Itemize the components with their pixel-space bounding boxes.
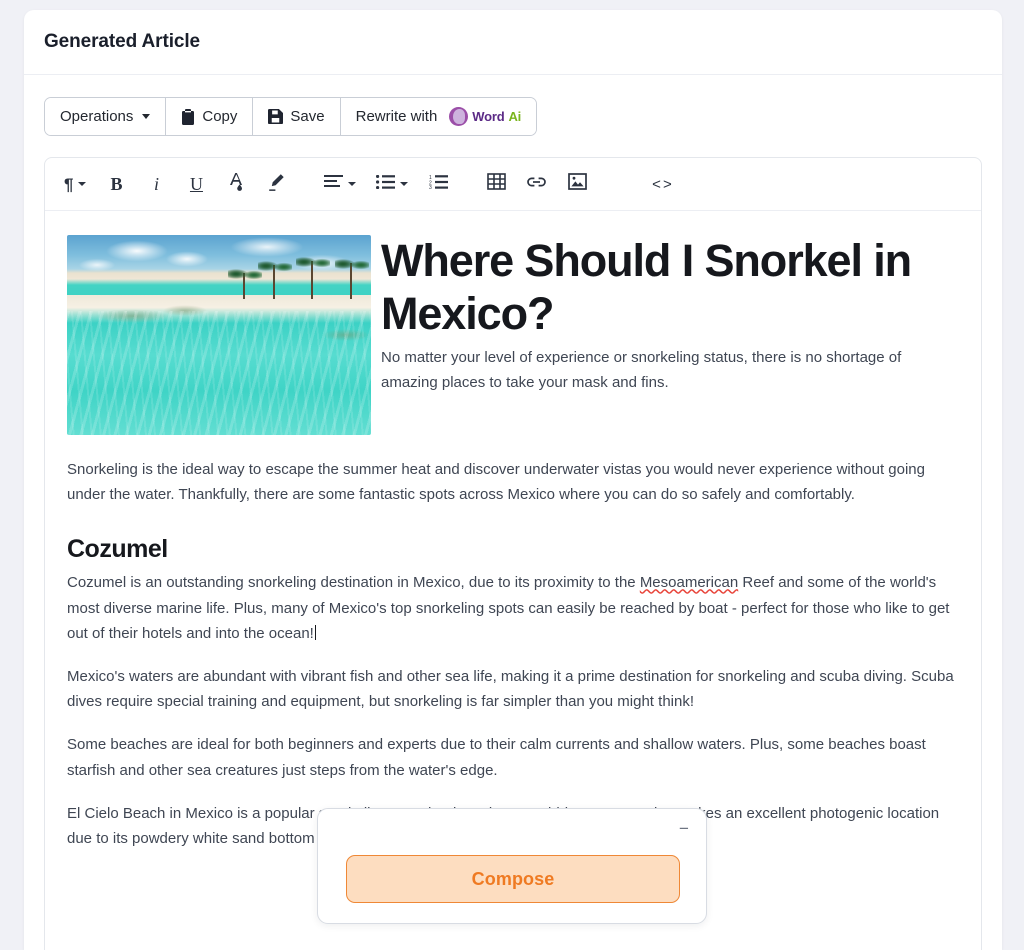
- minimize-icon[interactable]: −: [674, 819, 694, 837]
- chevron-down-icon: [400, 182, 409, 186]
- save-button[interactable]: Save: [253, 98, 341, 135]
- insert-image-button[interactable]: [562, 167, 592, 201]
- numbered-list-icon: 1 2 3: [429, 175, 448, 194]
- article-content-editable[interactable]: Where Should I Snorkel in Mexico? No mat…: [45, 211, 981, 851]
- article-paragraph-2: Mexico's waters are abundant with vibran…: [67, 667, 954, 711]
- align-dropdown[interactable]: [319, 167, 361, 201]
- copy-button[interactable]: Copy: [166, 98, 254, 135]
- code-view-button[interactable]: < >: [646, 167, 676, 201]
- operations-dropdown-button[interactable]: Operations: [45, 98, 167, 135]
- paragraph-icon: ¶: [64, 174, 74, 194]
- copy-label: Copy: [202, 108, 238, 125]
- wordai-brain-icon: [449, 107, 469, 126]
- underline-button[interactable]: U: [181, 167, 211, 201]
- card-header: Generated Article: [24, 10, 1002, 75]
- underline-icon: U: [189, 174, 203, 194]
- highlight-button[interactable]: [261, 167, 291, 201]
- chevron-down-icon: [348, 182, 357, 186]
- editor-format-toolbar: ¶ B i U 1 2 3 < >: [45, 158, 981, 211]
- rewrite-label: Rewrite with: [355, 108, 438, 125]
- clipboard-icon: [181, 108, 195, 125]
- table-icon: [487, 173, 506, 195]
- article-paragraph-3: Some beaches are ideal for both beginner…: [67, 736, 926, 779]
- ordered-list-button[interactable]: 1 2 3: [423, 167, 453, 201]
- floppy-disk-icon: [268, 109, 284, 124]
- palm-tree-icon: [296, 254, 330, 299]
- compose-widget: − Compose: [317, 808, 707, 924]
- italic-button[interactable]: i: [141, 167, 171, 201]
- align-left-icon: [324, 174, 344, 194]
- insert-link-button[interactable]: [521, 167, 552, 201]
- insert-table-button[interactable]: [481, 167, 511, 201]
- svg-text:3: 3: [429, 185, 432, 189]
- unordered-list-dropdown[interactable]: [371, 167, 413, 201]
- text-cursor: [314, 624, 316, 640]
- rewrite-with-wordai-button[interactable]: Rewrite with Word Ai: [340, 98, 537, 135]
- hero-row: Where Should I Snorkel in Mexico? No mat…: [67, 235, 959, 439]
- link-icon: [526, 175, 547, 194]
- compose-button[interactable]: Compose: [346, 855, 680, 903]
- chevron-down-icon: [142, 114, 151, 119]
- cozumel-text-part-1: Cozumel is an outstanding snorkeling des…: [67, 574, 640, 592]
- wordai-ai-text: Ai: [508, 109, 522, 124]
- bold-button[interactable]: B: [101, 167, 131, 201]
- misspelled-word: Mesoamerican: [639, 574, 739, 592]
- wordai-logo: Word Ai: [449, 107, 521, 126]
- italic-icon: i: [153, 174, 159, 194]
- marker-pen-icon: [266, 172, 286, 197]
- code-brackets-icon: < >: [652, 175, 672, 193]
- palm-tree-icon: [228, 266, 262, 299]
- bold-icon: B: [110, 174, 123, 194]
- text-color-icon: [227, 171, 246, 197]
- water-shimmer: [67, 311, 371, 435]
- save-label: Save: [290, 108, 325, 125]
- article-heading-cozumel: Cozumel: [67, 535, 168, 564]
- paragraph-format-dropdown[interactable]: ¶: [59, 167, 91, 201]
- hero-beach-image[interactable]: [67, 235, 371, 435]
- palm-tree-icon: [258, 258, 292, 299]
- text-color-button[interactable]: [221, 167, 251, 201]
- image-icon: [568, 173, 587, 195]
- operations-label: Operations: [60, 108, 134, 125]
- bullet-list-icon: [376, 174, 396, 194]
- article-paragraph-1: Snorkeling is the ideal way to escape th…: [67, 461, 925, 504]
- article-actions-toolbar: Operations Copy Save Rewrite with Word A…: [44, 97, 538, 136]
- wordai-word-text: Word: [472, 109, 505, 124]
- page-title: Generated Article: [44, 31, 200, 52]
- chevron-down-icon: [78, 182, 87, 186]
- palm-tree-icon: [335, 256, 369, 299]
- article-paragraph-cozumel: Cozumel is an outstanding snorkeling des…: [67, 570, 959, 646]
